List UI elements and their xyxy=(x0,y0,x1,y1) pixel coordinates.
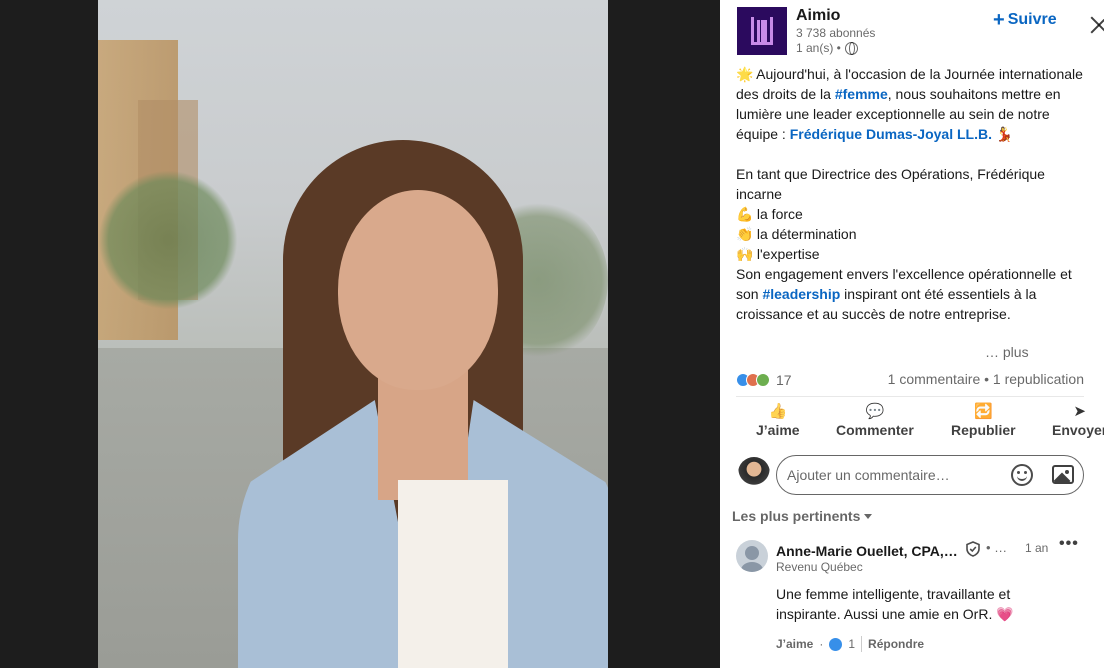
divider xyxy=(736,396,1084,397)
comment-like-button[interactable]: J’aime xyxy=(776,637,813,651)
reply-button[interactable]: Répondre xyxy=(868,637,924,651)
comments-reposts-count[interactable]: 1 commentaire • 1 republication xyxy=(888,371,1084,387)
hashtag-leadership[interactable]: #leadership xyxy=(762,286,840,302)
repost-icon: 🔁 xyxy=(973,403,993,420)
star-emoji: 🌟 xyxy=(736,66,754,82)
thumbs-up-icon: 👍 xyxy=(768,403,788,420)
divider xyxy=(861,636,863,652)
connection-degree: • … xyxy=(986,540,1008,555)
comment-text: Une femme intelligente, travaillante et … xyxy=(776,586,1014,622)
raised-hands-emoji: 🙌 xyxy=(736,246,754,262)
commenter-avatar[interactable] xyxy=(736,540,768,572)
muscle-emoji: 💪 xyxy=(736,206,754,222)
support-reaction-icon xyxy=(756,373,770,387)
heart-emoji: 💗 xyxy=(996,606,1014,622)
post-header: Aimio 3 738 abonnés 1 an(s) • + Suivre xyxy=(736,7,1094,59)
comment-actions: J’aime · 1 Répondre xyxy=(776,636,925,652)
commenter-headline: Revenu Québec xyxy=(776,560,863,574)
post-actions: 👍 J’aime 💬 Commenter 🔁 Republier ➤ Envoy… xyxy=(736,402,1104,446)
dancer-emoji: 💃 xyxy=(995,126,1014,142)
like-reaction-icon xyxy=(829,637,843,651)
company-name[interactable]: Aimio xyxy=(796,7,840,25)
caret-down-icon xyxy=(864,513,873,519)
follow-button[interactable]: + Suivre xyxy=(993,9,1057,31)
more-options-icon[interactable]: ••• xyxy=(1059,535,1079,553)
plus-icon: + xyxy=(993,9,1005,31)
emoji-picker-icon[interactable] xyxy=(1011,464,1033,486)
media-viewer xyxy=(0,0,720,668)
comment-input[interactable]: Ajouter un commentaire… xyxy=(776,455,1084,495)
send-icon: ➤ xyxy=(1073,403,1086,420)
globe-icon xyxy=(844,41,858,55)
close-icon[interactable] xyxy=(1089,15,1104,35)
post-paragraph-2: En tant que Directrice des Opérations, F… xyxy=(736,166,1045,202)
comment-item: Anne-Marie Ouellet, CPA,… • … 1 an ••• R… xyxy=(736,535,1092,665)
send-button[interactable]: ➤ Envoyer xyxy=(1052,402,1104,438)
post-time: 1 an(s) • xyxy=(796,41,858,55)
comment-time: 1 an xyxy=(1025,541,1049,555)
reaction-count: 17 xyxy=(776,372,792,388)
verified-shield-icon xyxy=(966,541,980,557)
comment-sort-dropdown[interactable]: Les plus pertinents xyxy=(732,508,873,524)
social-counts: 17 1 commentaire • 1 republication xyxy=(736,370,1084,390)
mention-link[interactable]: Frédérique Dumas-Joyal LL.B. xyxy=(790,126,992,142)
clap-emoji: 👏 xyxy=(736,226,754,242)
post-text: 🌟 Aujourd'hui, à l'occasion de la Journé… xyxy=(736,64,1086,324)
repost-button[interactable]: 🔁 Republier xyxy=(951,402,1016,438)
comment-composer: Ajouter un commentaire… xyxy=(736,455,1084,495)
post-panel: Aimio 3 738 abonnés 1 an(s) • + Suivre 🌟… xyxy=(720,0,1104,668)
commenter-name[interactable]: Anne-Marie Ouellet, CPA,… xyxy=(776,543,958,559)
like-button[interactable]: 👍 J’aime xyxy=(756,402,800,438)
see-more-link[interactable]: … plus xyxy=(985,344,1029,360)
company-logo[interactable] xyxy=(737,7,787,55)
post-photo[interactable] xyxy=(98,0,608,668)
follower-count: 3 738 abonnés xyxy=(796,26,876,40)
reactions-summary[interactable]: 17 xyxy=(736,372,792,388)
add-image-icon[interactable] xyxy=(1052,465,1074,484)
comment-like-count: 1 xyxy=(848,637,856,651)
hashtag-femme[interactable]: #femme xyxy=(835,86,888,102)
comment-icon: 💬 xyxy=(865,403,885,420)
current-user-avatar[interactable] xyxy=(738,457,770,489)
comment-button[interactable]: 💬 Commenter xyxy=(836,402,914,438)
